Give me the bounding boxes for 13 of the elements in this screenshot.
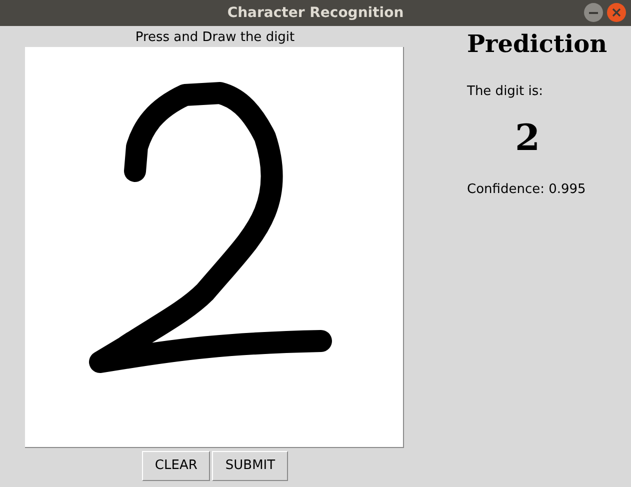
predicted-digit: 2 [515,116,542,160]
close-icon [612,8,621,17]
submit-button[interactable]: SUBMIT [212,451,288,481]
prediction-heading: Prediction [467,28,608,60]
canvas-label: Press and Draw the digit [135,29,295,47]
confidence-text: Confidence: 0.995 [467,180,587,198]
close-button[interactable] [607,3,626,22]
minimize-button[interactable] [584,3,603,22]
window-title: Character Recognition [227,4,404,22]
drawing-canvas[interactable] [25,47,404,448]
minimize-icon [589,12,598,14]
clear-button[interactable]: CLEAR [142,451,210,481]
digit-intro: The digit is: [467,83,544,101]
